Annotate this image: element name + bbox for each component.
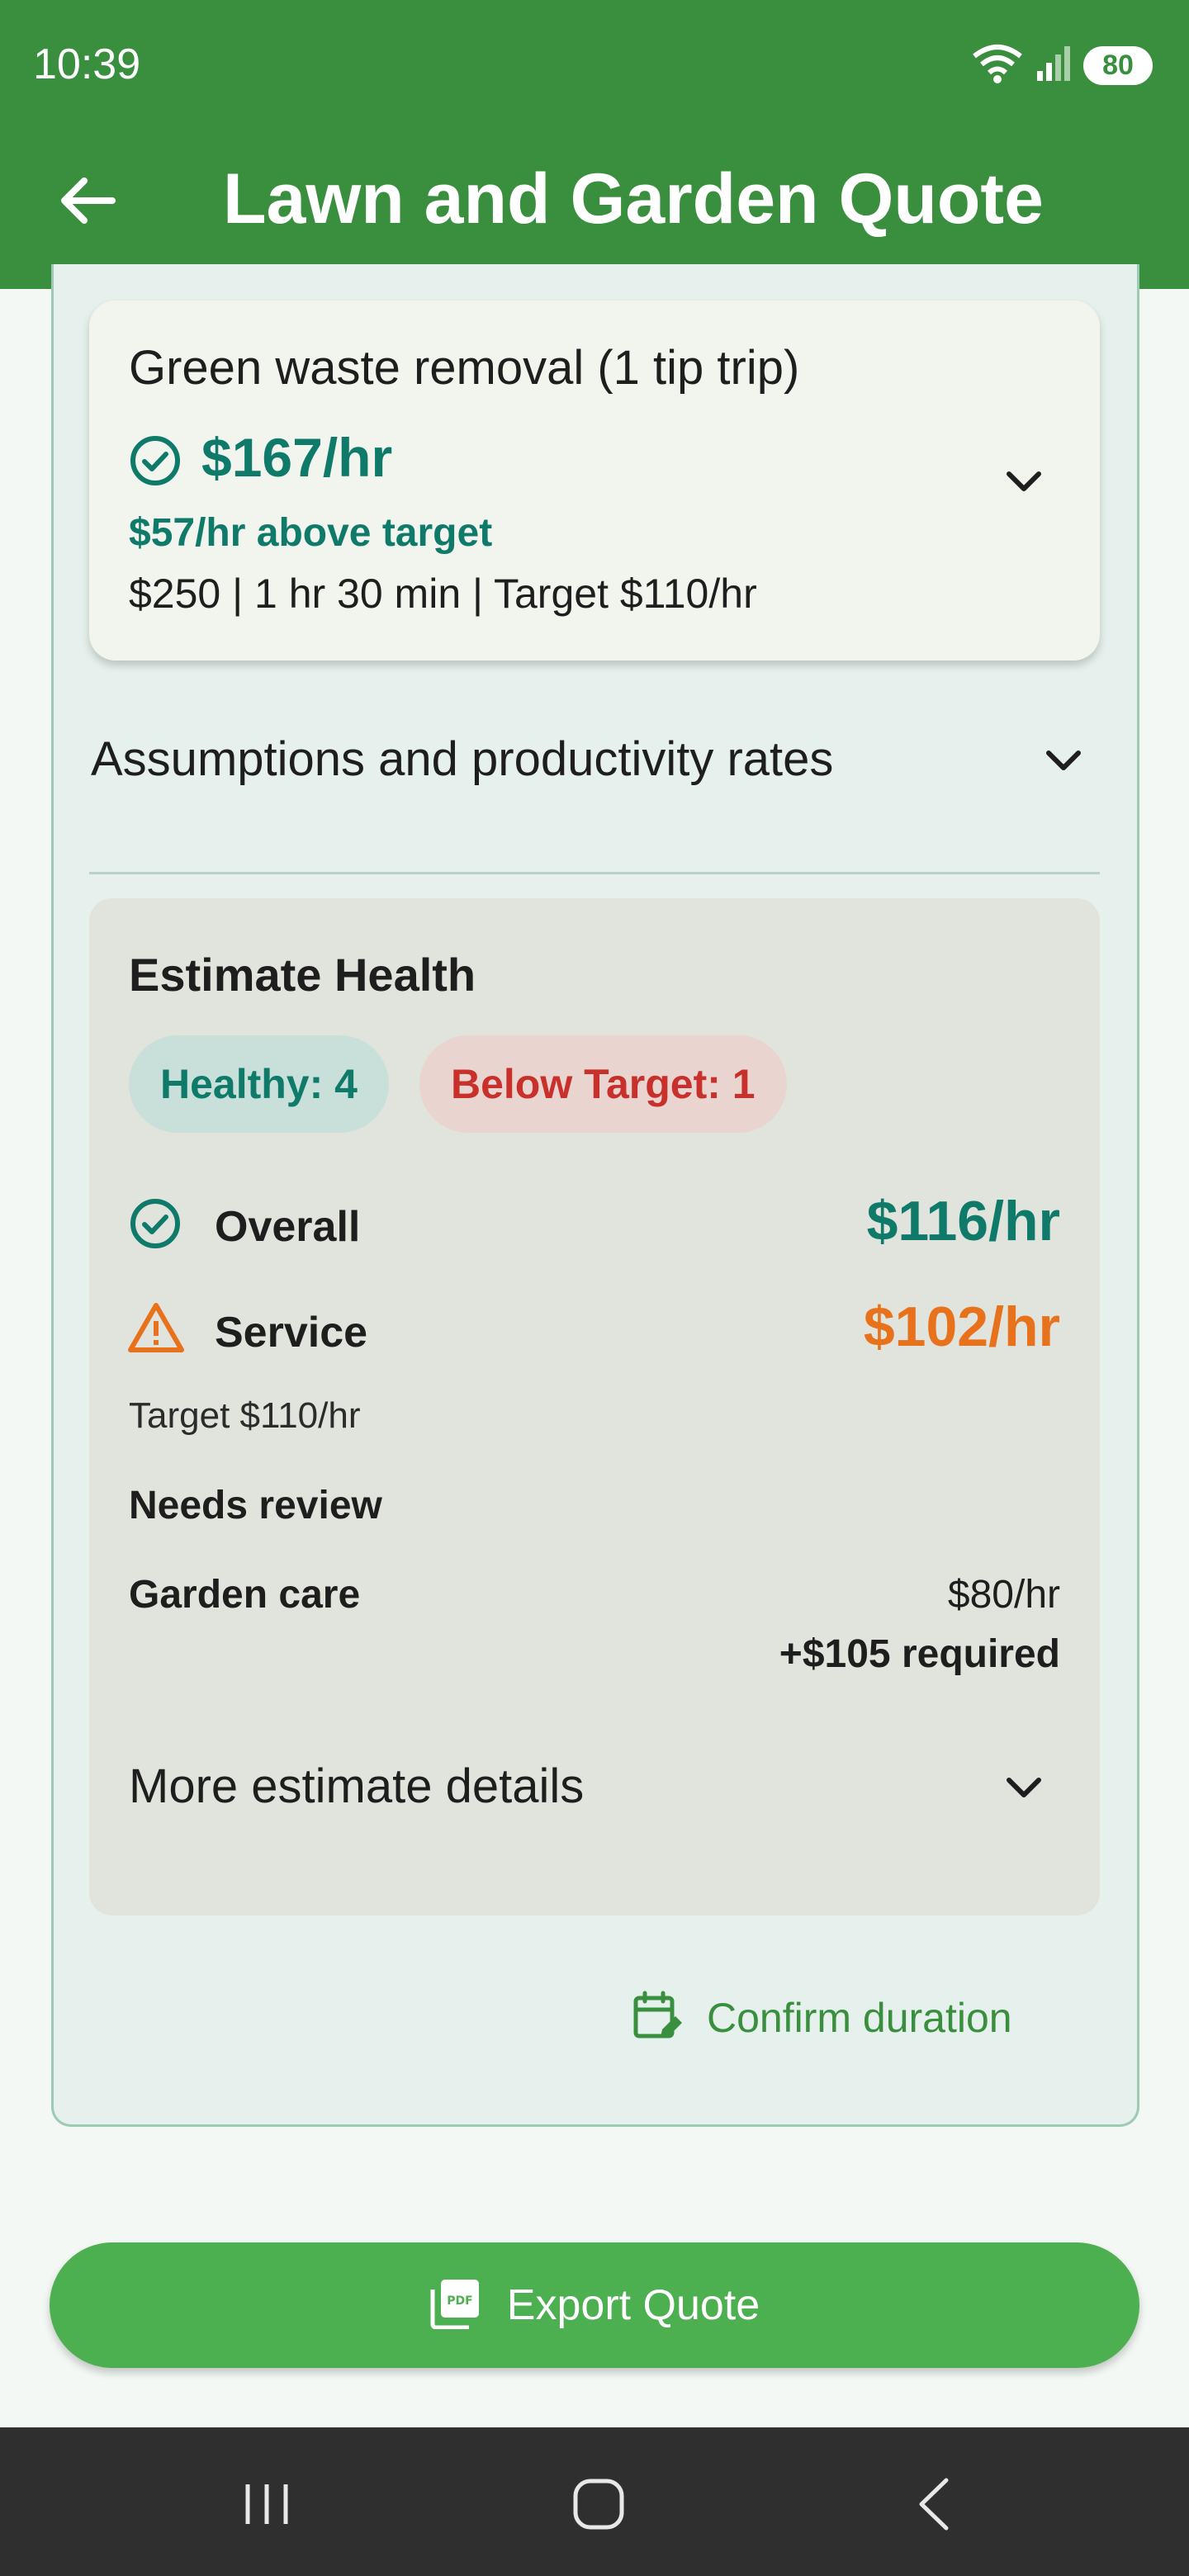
check-circle-icon bbox=[129, 434, 182, 491]
chevron-down-icon[interactable] bbox=[1039, 736, 1088, 790]
page-title: Lawn and Garden Quote bbox=[223, 159, 1044, 239]
line-item-title: Green waste removal (1 tip trip) bbox=[129, 341, 800, 395]
confirm-duration-label: Confirm duration bbox=[707, 1995, 1012, 2041]
review-item-rate: $80/hr bbox=[947, 1573, 1060, 1617]
healthy-chip[interactable]: Healthy: 4 bbox=[129, 1035, 389, 1133]
home-button[interactable] bbox=[561, 2469, 636, 2543]
chevron-down-icon[interactable] bbox=[999, 1764, 1049, 1817]
line-item-summary: $250 | 1 hr 30 min | Target $110/hr bbox=[129, 571, 757, 617]
divider bbox=[89, 872, 1100, 874]
home-icon bbox=[571, 2477, 626, 2536]
more-details-expander[interactable]: More estimate details bbox=[129, 1759, 584, 1814]
estimate-health-title: Estimate Health bbox=[129, 949, 476, 1001]
check-circle-icon bbox=[129, 1197, 182, 1254]
review-item-required: +$105 required bbox=[779, 1632, 1060, 1676]
signal-icon bbox=[1035, 45, 1072, 87]
pdf-icon: PDF bbox=[429, 2278, 481, 2333]
svg-text:PDF: PDF bbox=[447, 2294, 472, 2308]
warning-icon bbox=[127, 1301, 185, 1358]
overall-rate: $116/hr bbox=[866, 1190, 1060, 1252]
target-note: Target $110/hr bbox=[129, 1395, 361, 1436]
line-item-rate: $167/hr bbox=[201, 427, 393, 488]
recent-apps-button[interactable] bbox=[230, 2469, 304, 2543]
back-button[interactable] bbox=[50, 165, 124, 239]
service-rate: $102/hr bbox=[863, 1295, 1060, 1358]
calendar-edit-icon bbox=[632, 1990, 684, 2047]
chevron-left-icon bbox=[913, 2477, 955, 2536]
status-icons: 80 bbox=[971, 43, 1153, 88]
chevron-down-icon[interactable] bbox=[999, 457, 1049, 511]
export-quote-label: Export Quote bbox=[506, 2281, 760, 2329]
overall-label: Overall bbox=[215, 1203, 361, 1251]
arrow-left-icon bbox=[58, 176, 116, 230]
status-time: 10:39 bbox=[33, 40, 141, 88]
service-label: Service bbox=[215, 1309, 368, 1357]
confirm-duration-button[interactable]: Confirm duration bbox=[632, 1977, 1012, 2059]
needs-review-heading: Needs review bbox=[129, 1484, 382, 1527]
wifi-icon bbox=[971, 43, 1024, 88]
line-item-difference: $57/hr above target bbox=[129, 511, 493, 555]
review-item-label: Garden care bbox=[129, 1573, 361, 1617]
battery-icon: 80 bbox=[1083, 46, 1153, 85]
nav-back-button[interactable] bbox=[897, 2469, 971, 2543]
assumptions-label: Assumptions and productivity rates bbox=[91, 732, 834, 786]
recent-apps-icon bbox=[239, 2479, 294, 2533]
below-target-chip[interactable]: Below Target: 1 bbox=[419, 1035, 787, 1133]
export-quote-button[interactable]: PDF Export Quote bbox=[50, 2242, 1139, 2368]
